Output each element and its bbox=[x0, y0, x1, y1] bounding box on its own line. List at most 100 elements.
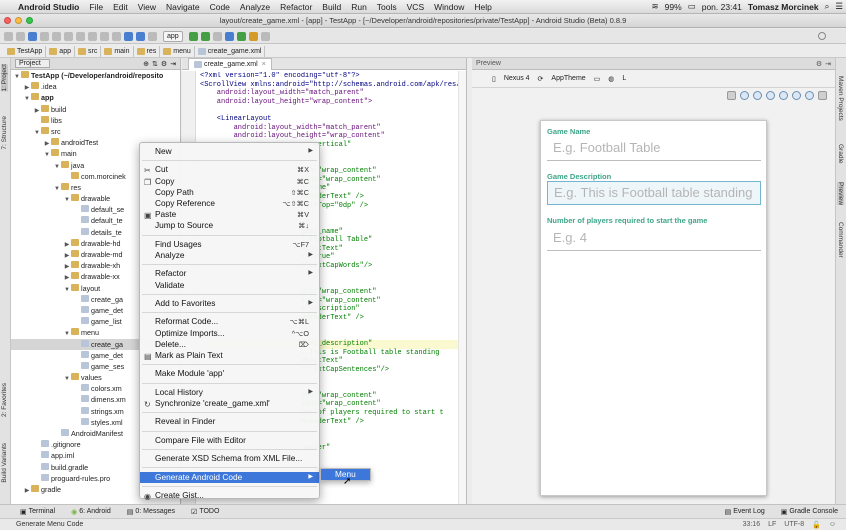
breadcrumb-item[interactable]: res bbox=[134, 45, 161, 57]
menu-refactor[interactable]: Refactor bbox=[275, 2, 317, 12]
breadcrumb-item[interactable]: TestApp bbox=[4, 45, 47, 57]
device-select[interactable]: Nexus 4 bbox=[504, 75, 530, 82]
tool-tab-todo[interactable]: ☑ TODO bbox=[183, 508, 227, 516]
context-menu-item-compare-file-with-editor[interactable]: Compare File with Editor bbox=[140, 435, 319, 446]
breadcrumb-item[interactable]: app bbox=[46, 45, 75, 57]
context-menu-item-copy[interactable]: ❐ Copy ⌘C bbox=[140, 176, 319, 187]
api-level-icon[interactable]: L bbox=[622, 75, 626, 82]
context-menu-item-copy-path[interactable]: Copy Path ⇧⌘C bbox=[140, 187, 319, 198]
expanded-arrow-icon[interactable]: ▼ bbox=[33, 128, 41, 137]
zoom-actual-icon[interactable] bbox=[740, 90, 749, 100]
menu-edit[interactable]: Edit bbox=[108, 2, 133, 12]
breadcrumb-item[interactable]: src bbox=[75, 45, 102, 57]
expanded-arrow-icon[interactable]: ▼ bbox=[43, 150, 51, 159]
tool-tab-android[interactable]: ◉ 6: Android bbox=[63, 508, 119, 516]
collapsed-arrow-icon[interactable]: ▶ bbox=[43, 139, 51, 148]
tool-tab-gradle[interactable]: Gradle bbox=[837, 144, 844, 164]
caret-position[interactable]: 33:16 bbox=[743, 521, 761, 529]
paste-icon[interactable] bbox=[88, 31, 97, 41]
capture-icon[interactable] bbox=[805, 90, 814, 100]
menu-navigate[interactable]: Navigate bbox=[161, 2, 205, 12]
clock[interactable]: pon. 23:41 bbox=[699, 2, 745, 12]
tool-tab-preview[interactable]: Preview bbox=[837, 182, 844, 206]
zoom-to-fit-icon[interactable] bbox=[727, 90, 736, 100]
menu-analyze[interactable]: Analyze bbox=[235, 2, 275, 12]
menu-vcs[interactable]: VCS bbox=[402, 2, 429, 12]
search-everywhere-icon[interactable] bbox=[818, 32, 826, 40]
refresh-icon[interactable] bbox=[792, 90, 801, 100]
tool-tab-messages[interactable]: ▤ 0: Messages bbox=[119, 508, 183, 516]
battery-percent[interactable]: 99% bbox=[662, 2, 685, 12]
collapsed-arrow-icon[interactable]: ▶ bbox=[23, 486, 31, 495]
open-icon[interactable] bbox=[4, 31, 13, 41]
menu-build[interactable]: Build bbox=[317, 2, 346, 12]
app-menu[interactable]: Android Studio bbox=[13, 2, 84, 12]
notification-center-icon[interactable]: ☰ bbox=[832, 1, 846, 12]
tool-tab-commander[interactable]: Commander bbox=[837, 222, 844, 258]
tool-tab-maven-projects[interactable]: Maven Projects bbox=[837, 76, 844, 121]
tool-tab-build-variants[interactable]: Build Variants bbox=[1, 443, 8, 483]
expanded-arrow-icon[interactable]: ▼ bbox=[63, 195, 71, 204]
android-device-monitor-icon[interactable] bbox=[236, 31, 246, 41]
sdk-manager-icon[interactable] bbox=[224, 31, 234, 41]
orientation-icon[interactable]: ⟳ bbox=[538, 75, 544, 83]
context-menu-item-analyze[interactable]: Analyze ▶ bbox=[140, 250, 319, 261]
user-name[interactable]: Tomasz Morcinek bbox=[745, 2, 822, 12]
activity-select-icon[interactable]: ▭ bbox=[594, 75, 601, 83]
menu-code[interactable]: Code bbox=[205, 2, 235, 12]
zoom-fit-screen-icon[interactable] bbox=[779, 90, 788, 100]
collapsed-arrow-icon[interactable]: ▶ bbox=[63, 262, 71, 271]
tree-item[interactable]: ▼ TestApp (~/Developer/android/reposito bbox=[11, 70, 180, 81]
expanded-arrow-icon[interactable]: ▼ bbox=[63, 329, 71, 338]
context-menu-item-optimize-imports[interactable]: Optimize Imports... ^⌥O bbox=[140, 328, 319, 339]
zoom-out-icon[interactable] bbox=[766, 90, 775, 100]
context-menu-item-cut[interactable]: ✂ Cut ⌘X bbox=[140, 164, 319, 175]
breadcrumb-item[interactable]: create_game.xml bbox=[195, 45, 266, 57]
menu-window[interactable]: Window bbox=[429, 2, 469, 12]
replace-icon[interactable] bbox=[112, 31, 121, 41]
stop-icon[interactable] bbox=[212, 31, 222, 41]
preview-settings-icon[interactable] bbox=[818, 90, 827, 100]
tree-item[interactable]: ▼ app bbox=[11, 92, 180, 103]
expanded-arrow-icon[interactable]: ▼ bbox=[53, 162, 61, 171]
zoom-in-icon[interactable] bbox=[753, 90, 762, 100]
collapse-all-icon[interactable]: ⇅ bbox=[152, 60, 158, 68]
line-separator[interactable]: LF bbox=[768, 521, 776, 529]
redo-icon[interactable] bbox=[52, 31, 61, 41]
context-menu-item-copy-reference[interactable]: Copy Reference ⌥⇧⌘C bbox=[140, 198, 319, 209]
hide-panel-icon[interactable]: ⇥ bbox=[825, 60, 831, 68]
game-name-field[interactable]: E.g. Football Table bbox=[547, 137, 761, 161]
expanded-arrow-icon[interactable]: ▼ bbox=[53, 184, 61, 193]
game-description-field[interactable]: E.g. This is Football table standing bbox=[547, 181, 761, 205]
context-menu-item-new[interactable]: New ▶ bbox=[140, 146, 319, 157]
tool-tab-structure[interactable]: 7: Structure bbox=[1, 116, 8, 150]
menu-view[interactable]: View bbox=[133, 2, 161, 12]
run-icon[interactable] bbox=[188, 31, 198, 41]
tool-tab-event-log[interactable]: ▤ Event Log bbox=[717, 508, 773, 516]
inspector-icon[interactable]: ☺ bbox=[829, 521, 836, 529]
lock-icon[interactable]: 🔓 bbox=[812, 521, 821, 529]
build-icon[interactable] bbox=[148, 31, 157, 41]
collapsed-arrow-icon[interactable]: ▶ bbox=[63, 273, 71, 282]
tool-tab-gradle-console[interactable]: ▣ Gradle Console bbox=[773, 508, 846, 516]
theme-select[interactable]: AppTheme bbox=[551, 75, 585, 82]
context-menu-item-paste[interactable]: ▣ Paste ⌘V bbox=[140, 209, 319, 220]
context-menu-item-make-module-app[interactable]: Make Module 'app' bbox=[140, 368, 319, 379]
file-encoding[interactable]: UTF-8 bbox=[784, 521, 804, 529]
wifi-icon[interactable]: ≋ bbox=[649, 1, 662, 12]
context-menu-item-refactor[interactable]: Refactor ▶ bbox=[140, 268, 319, 279]
expanded-arrow-icon[interactable]: ▼ bbox=[63, 374, 71, 383]
tool-tab-project[interactable]: 1: Project bbox=[1, 64, 8, 92]
menu-run[interactable]: Run bbox=[346, 2, 372, 12]
undo-icon[interactable] bbox=[40, 31, 49, 41]
context-menu-item-generate-android-code[interactable]: Generate Android Code ▶ bbox=[140, 471, 319, 483]
tool-tab-favorites[interactable]: 2: Favorites bbox=[1, 383, 8, 417]
find-icon[interactable] bbox=[100, 31, 109, 41]
context-menu-item-add-to-favorites[interactable]: Add to Favorites ▶ bbox=[140, 298, 319, 309]
debug-icon[interactable] bbox=[200, 31, 210, 41]
locale-globe-icon[interactable]: ◍ bbox=[608, 75, 614, 83]
players-required-field[interactable]: E.g. 4 bbox=[547, 227, 761, 251]
context-menu-item-jump-to-source[interactable]: Jump to Source ⌘↓ bbox=[140, 220, 319, 231]
breadcrumb-item[interactable]: main bbox=[101, 45, 134, 57]
menu-tools[interactable]: Tools bbox=[372, 2, 402, 12]
